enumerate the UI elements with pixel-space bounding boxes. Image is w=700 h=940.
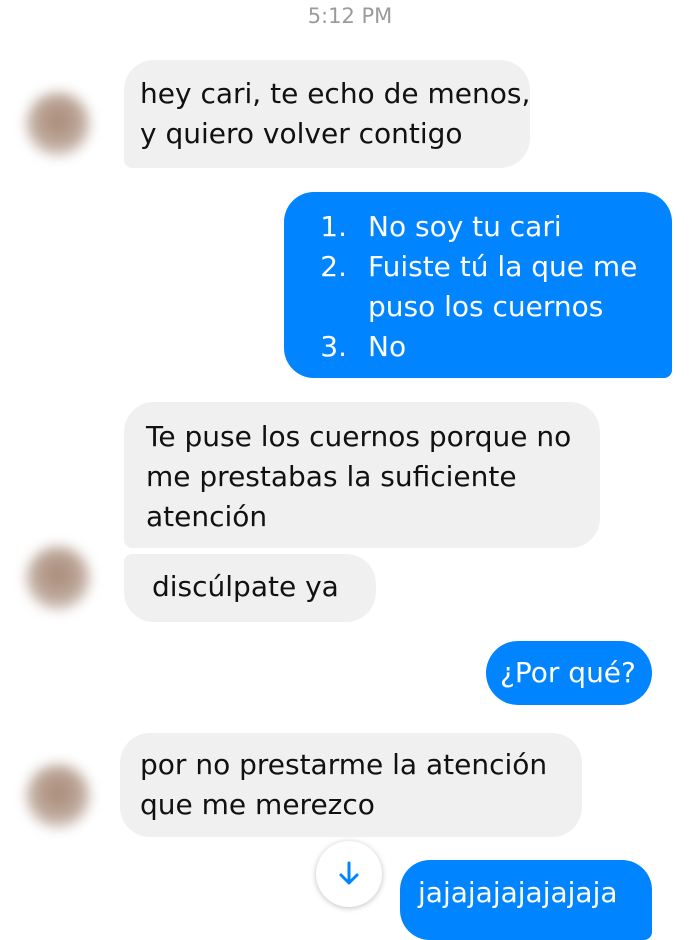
incoming-message[interactable]: hey cari, te echo de menos, y quiero vol…	[124, 60, 530, 168]
list-text: No soy tu cari	[368, 210, 562, 243]
contact-avatar[interactable]	[26, 764, 90, 828]
contact-avatar[interactable]	[26, 92, 90, 156]
incoming-message[interactable]: por no prestarme la atención que me mere…	[120, 733, 582, 837]
numbered-list: 1. No soy tu cari 2. Fuiste tú la que me…	[304, 207, 652, 367]
list-item: 2. Fuiste tú la que me puso los cuernos	[304, 247, 652, 327]
message-line: me prestabas la suficiente	[146, 460, 517, 493]
list-item: 3. No	[304, 327, 652, 367]
incoming-message[interactable]: discúlpate ya	[124, 554, 376, 622]
message-line: y quiero volver contigo	[140, 117, 463, 150]
outgoing-message[interactable]: jajajajajajajaja	[400, 860, 652, 940]
contact-avatar[interactable]	[26, 546, 90, 610]
message-line: jajajajajajajaja	[418, 876, 618, 909]
message-line: atención	[146, 500, 268, 533]
list-text: puso los cuernos	[368, 290, 604, 323]
message-line: por no prestarme la atención	[140, 748, 548, 781]
message-line: ¿Por qué?	[500, 656, 636, 689]
list-number: 2.	[320, 250, 347, 283]
incoming-message[interactable]: Te puse los cuernos porque no me prestab…	[124, 402, 600, 548]
message-line: que me merezco	[140, 788, 375, 821]
outgoing-message[interactable]: ¿Por qué?	[486, 641, 652, 705]
message-line: hey cari, te echo de menos,	[140, 77, 531, 110]
arrow-down-icon	[339, 861, 359, 885]
message-timestamp: 5:12 PM	[307, 4, 393, 28]
chat-thread: 5:12 PM hey cari, te echo de menos, y qu…	[0, 0, 700, 940]
list-text: No	[368, 330, 407, 363]
list-text: Fuiste tú la que me	[368, 250, 638, 283]
list-item: 1. No soy tu cari	[304, 207, 652, 247]
list-number: 1.	[320, 210, 347, 243]
message-line: Te puse los cuernos porque no	[146, 420, 572, 453]
message-line: discúlpate ya	[152, 570, 339, 603]
outgoing-message[interactable]: 1. No soy tu cari 2. Fuiste tú la que me…	[284, 192, 672, 378]
list-number: 3.	[320, 330, 347, 363]
scroll-down-button[interactable]	[316, 841, 382, 907]
